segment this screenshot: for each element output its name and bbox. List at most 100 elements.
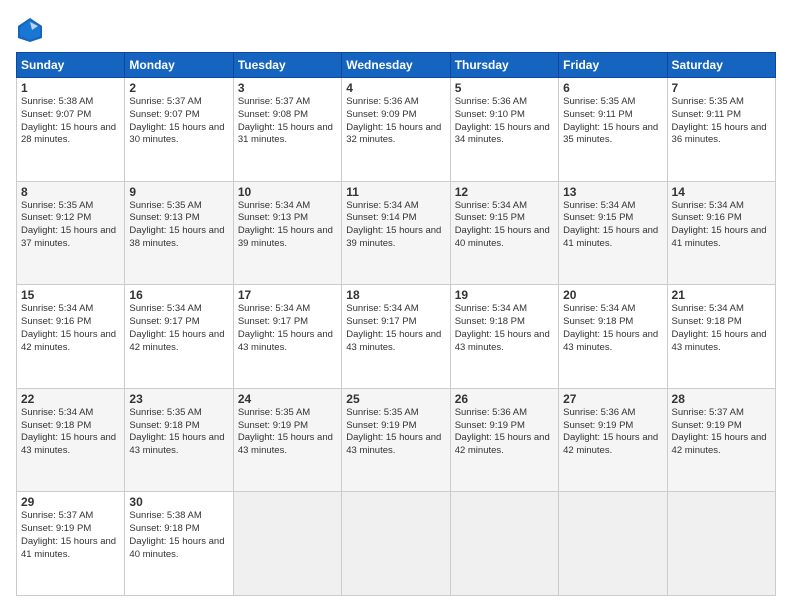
day-number: 14	[672, 185, 771, 199]
calendar-cell: 11Sunrise: 5:34 AMSunset: 9:14 PMDayligh…	[342, 181, 450, 285]
day-number: 28	[672, 392, 771, 406]
day-info: Sunrise: 5:35 AMSunset: 9:19 PMDaylight:…	[346, 407, 445, 458]
day-number: 15	[21, 288, 120, 302]
calendar-week-3: 15Sunrise: 5:34 AMSunset: 9:16 PMDayligh…	[17, 285, 776, 389]
day-info: Sunrise: 5:34 AMSunset: 9:15 PMDaylight:…	[455, 200, 554, 251]
day-info: Sunrise: 5:34 AMSunset: 9:17 PMDaylight:…	[346, 303, 445, 354]
day-info: Sunrise: 5:34 AMSunset: 9:18 PMDaylight:…	[672, 303, 771, 354]
day-number: 11	[346, 185, 445, 199]
logo-icon	[16, 16, 44, 44]
day-number: 20	[563, 288, 662, 302]
day-number: 25	[346, 392, 445, 406]
calendar-cell: 12Sunrise: 5:34 AMSunset: 9:15 PMDayligh…	[450, 181, 558, 285]
calendar-cell: 4Sunrise: 5:36 AMSunset: 9:09 PMDaylight…	[342, 78, 450, 182]
calendar-cell: 13Sunrise: 5:34 AMSunset: 9:15 PMDayligh…	[559, 181, 667, 285]
calendar-cell: 2Sunrise: 5:37 AMSunset: 9:07 PMDaylight…	[125, 78, 233, 182]
day-number: 13	[563, 185, 662, 199]
calendar-cell: 29Sunrise: 5:37 AMSunset: 9:19 PMDayligh…	[17, 492, 125, 596]
calendar-table: SundayMondayTuesdayWednesdayThursdayFrid…	[16, 52, 776, 596]
calendar-cell: 18Sunrise: 5:34 AMSunset: 9:17 PMDayligh…	[342, 285, 450, 389]
calendar-cell	[450, 492, 558, 596]
calendar-cell: 3Sunrise: 5:37 AMSunset: 9:08 PMDaylight…	[233, 78, 341, 182]
calendar-cell: 21Sunrise: 5:34 AMSunset: 9:18 PMDayligh…	[667, 285, 775, 389]
day-number: 12	[455, 185, 554, 199]
calendar-cell: 20Sunrise: 5:34 AMSunset: 9:18 PMDayligh…	[559, 285, 667, 389]
day-info: Sunrise: 5:34 AMSunset: 9:18 PMDaylight:…	[455, 303, 554, 354]
day-info: Sunrise: 5:34 AMSunset: 9:17 PMDaylight:…	[129, 303, 228, 354]
day-number: 10	[238, 185, 337, 199]
calendar-cell	[559, 492, 667, 596]
day-info: Sunrise: 5:35 AMSunset: 9:13 PMDaylight:…	[129, 200, 228, 251]
day-number: 4	[346, 81, 445, 95]
day-number: 3	[238, 81, 337, 95]
calendar-cell: 17Sunrise: 5:34 AMSunset: 9:17 PMDayligh…	[233, 285, 341, 389]
day-number: 17	[238, 288, 337, 302]
calendar-cell: 1Sunrise: 5:38 AMSunset: 9:07 PMDaylight…	[17, 78, 125, 182]
day-info: Sunrise: 5:38 AMSunset: 9:18 PMDaylight:…	[129, 510, 228, 561]
calendar-cell: 19Sunrise: 5:34 AMSunset: 9:18 PMDayligh…	[450, 285, 558, 389]
day-info: Sunrise: 5:35 AMSunset: 9:18 PMDaylight:…	[129, 407, 228, 458]
day-info: Sunrise: 5:34 AMSunset: 9:13 PMDaylight:…	[238, 200, 337, 251]
col-header-friday: Friday	[559, 53, 667, 78]
day-info: Sunrise: 5:35 AMSunset: 9:19 PMDaylight:…	[238, 407, 337, 458]
calendar-cell: 27Sunrise: 5:36 AMSunset: 9:19 PMDayligh…	[559, 388, 667, 492]
day-info: Sunrise: 5:34 AMSunset: 9:18 PMDaylight:…	[21, 407, 120, 458]
calendar-cell: 9Sunrise: 5:35 AMSunset: 9:13 PMDaylight…	[125, 181, 233, 285]
day-number: 6	[563, 81, 662, 95]
day-number: 2	[129, 81, 228, 95]
calendar-cell: 25Sunrise: 5:35 AMSunset: 9:19 PMDayligh…	[342, 388, 450, 492]
calendar-cell: 14Sunrise: 5:34 AMSunset: 9:16 PMDayligh…	[667, 181, 775, 285]
day-info: Sunrise: 5:35 AMSunset: 9:11 PMDaylight:…	[672, 96, 771, 147]
col-header-sunday: Sunday	[17, 53, 125, 78]
calendar-cell: 6Sunrise: 5:35 AMSunset: 9:11 PMDaylight…	[559, 78, 667, 182]
day-info: Sunrise: 5:34 AMSunset: 9:18 PMDaylight:…	[563, 303, 662, 354]
col-header-saturday: Saturday	[667, 53, 775, 78]
day-number: 8	[21, 185, 120, 199]
calendar-cell: 26Sunrise: 5:36 AMSunset: 9:19 PMDayligh…	[450, 388, 558, 492]
calendar-cell: 10Sunrise: 5:34 AMSunset: 9:13 PMDayligh…	[233, 181, 341, 285]
day-info: Sunrise: 5:34 AMSunset: 9:17 PMDaylight:…	[238, 303, 337, 354]
calendar-week-5: 29Sunrise: 5:37 AMSunset: 9:19 PMDayligh…	[17, 492, 776, 596]
day-number: 21	[672, 288, 771, 302]
day-number: 7	[672, 81, 771, 95]
calendar-cell: 24Sunrise: 5:35 AMSunset: 9:19 PMDayligh…	[233, 388, 341, 492]
day-info: Sunrise: 5:38 AMSunset: 9:07 PMDaylight:…	[21, 96, 120, 147]
day-number: 1	[21, 81, 120, 95]
day-info: Sunrise: 5:37 AMSunset: 9:08 PMDaylight:…	[238, 96, 337, 147]
calendar-cell: 23Sunrise: 5:35 AMSunset: 9:18 PMDayligh…	[125, 388, 233, 492]
day-info: Sunrise: 5:37 AMSunset: 9:19 PMDaylight:…	[21, 510, 120, 561]
calendar-cell: 15Sunrise: 5:34 AMSunset: 9:16 PMDayligh…	[17, 285, 125, 389]
day-info: Sunrise: 5:36 AMSunset: 9:19 PMDaylight:…	[455, 407, 554, 458]
calendar-week-4: 22Sunrise: 5:34 AMSunset: 9:18 PMDayligh…	[17, 388, 776, 492]
day-info: Sunrise: 5:34 AMSunset: 9:16 PMDaylight:…	[21, 303, 120, 354]
day-number: 23	[129, 392, 228, 406]
day-info: Sunrise: 5:34 AMSunset: 9:16 PMDaylight:…	[672, 200, 771, 251]
day-info: Sunrise: 5:37 AMSunset: 9:07 PMDaylight:…	[129, 96, 228, 147]
day-info: Sunrise: 5:36 AMSunset: 9:09 PMDaylight:…	[346, 96, 445, 147]
calendar-cell: 8Sunrise: 5:35 AMSunset: 9:12 PMDaylight…	[17, 181, 125, 285]
calendar-week-2: 8Sunrise: 5:35 AMSunset: 9:12 PMDaylight…	[17, 181, 776, 285]
day-number: 22	[21, 392, 120, 406]
calendar-cell	[667, 492, 775, 596]
calendar-cell: 7Sunrise: 5:35 AMSunset: 9:11 PMDaylight…	[667, 78, 775, 182]
day-info: Sunrise: 5:37 AMSunset: 9:19 PMDaylight:…	[672, 407, 771, 458]
day-info: Sunrise: 5:36 AMSunset: 9:19 PMDaylight:…	[563, 407, 662, 458]
page: SundayMondayTuesdayWednesdayThursdayFrid…	[0, 0, 792, 612]
day-info: Sunrise: 5:36 AMSunset: 9:10 PMDaylight:…	[455, 96, 554, 147]
col-header-tuesday: Tuesday	[233, 53, 341, 78]
day-number: 18	[346, 288, 445, 302]
day-info: Sunrise: 5:34 AMSunset: 9:14 PMDaylight:…	[346, 200, 445, 251]
day-number: 16	[129, 288, 228, 302]
calendar-cell	[342, 492, 450, 596]
day-number: 9	[129, 185, 228, 199]
col-header-wednesday: Wednesday	[342, 53, 450, 78]
calendar-header-row: SundayMondayTuesdayWednesdayThursdayFrid…	[17, 53, 776, 78]
day-number: 5	[455, 81, 554, 95]
day-number: 27	[563, 392, 662, 406]
day-number: 26	[455, 392, 554, 406]
calendar-cell	[233, 492, 341, 596]
day-number: 19	[455, 288, 554, 302]
calendar-week-1: 1Sunrise: 5:38 AMSunset: 9:07 PMDaylight…	[17, 78, 776, 182]
day-info: Sunrise: 5:35 AMSunset: 9:11 PMDaylight:…	[563, 96, 662, 147]
calendar-cell: 22Sunrise: 5:34 AMSunset: 9:18 PMDayligh…	[17, 388, 125, 492]
